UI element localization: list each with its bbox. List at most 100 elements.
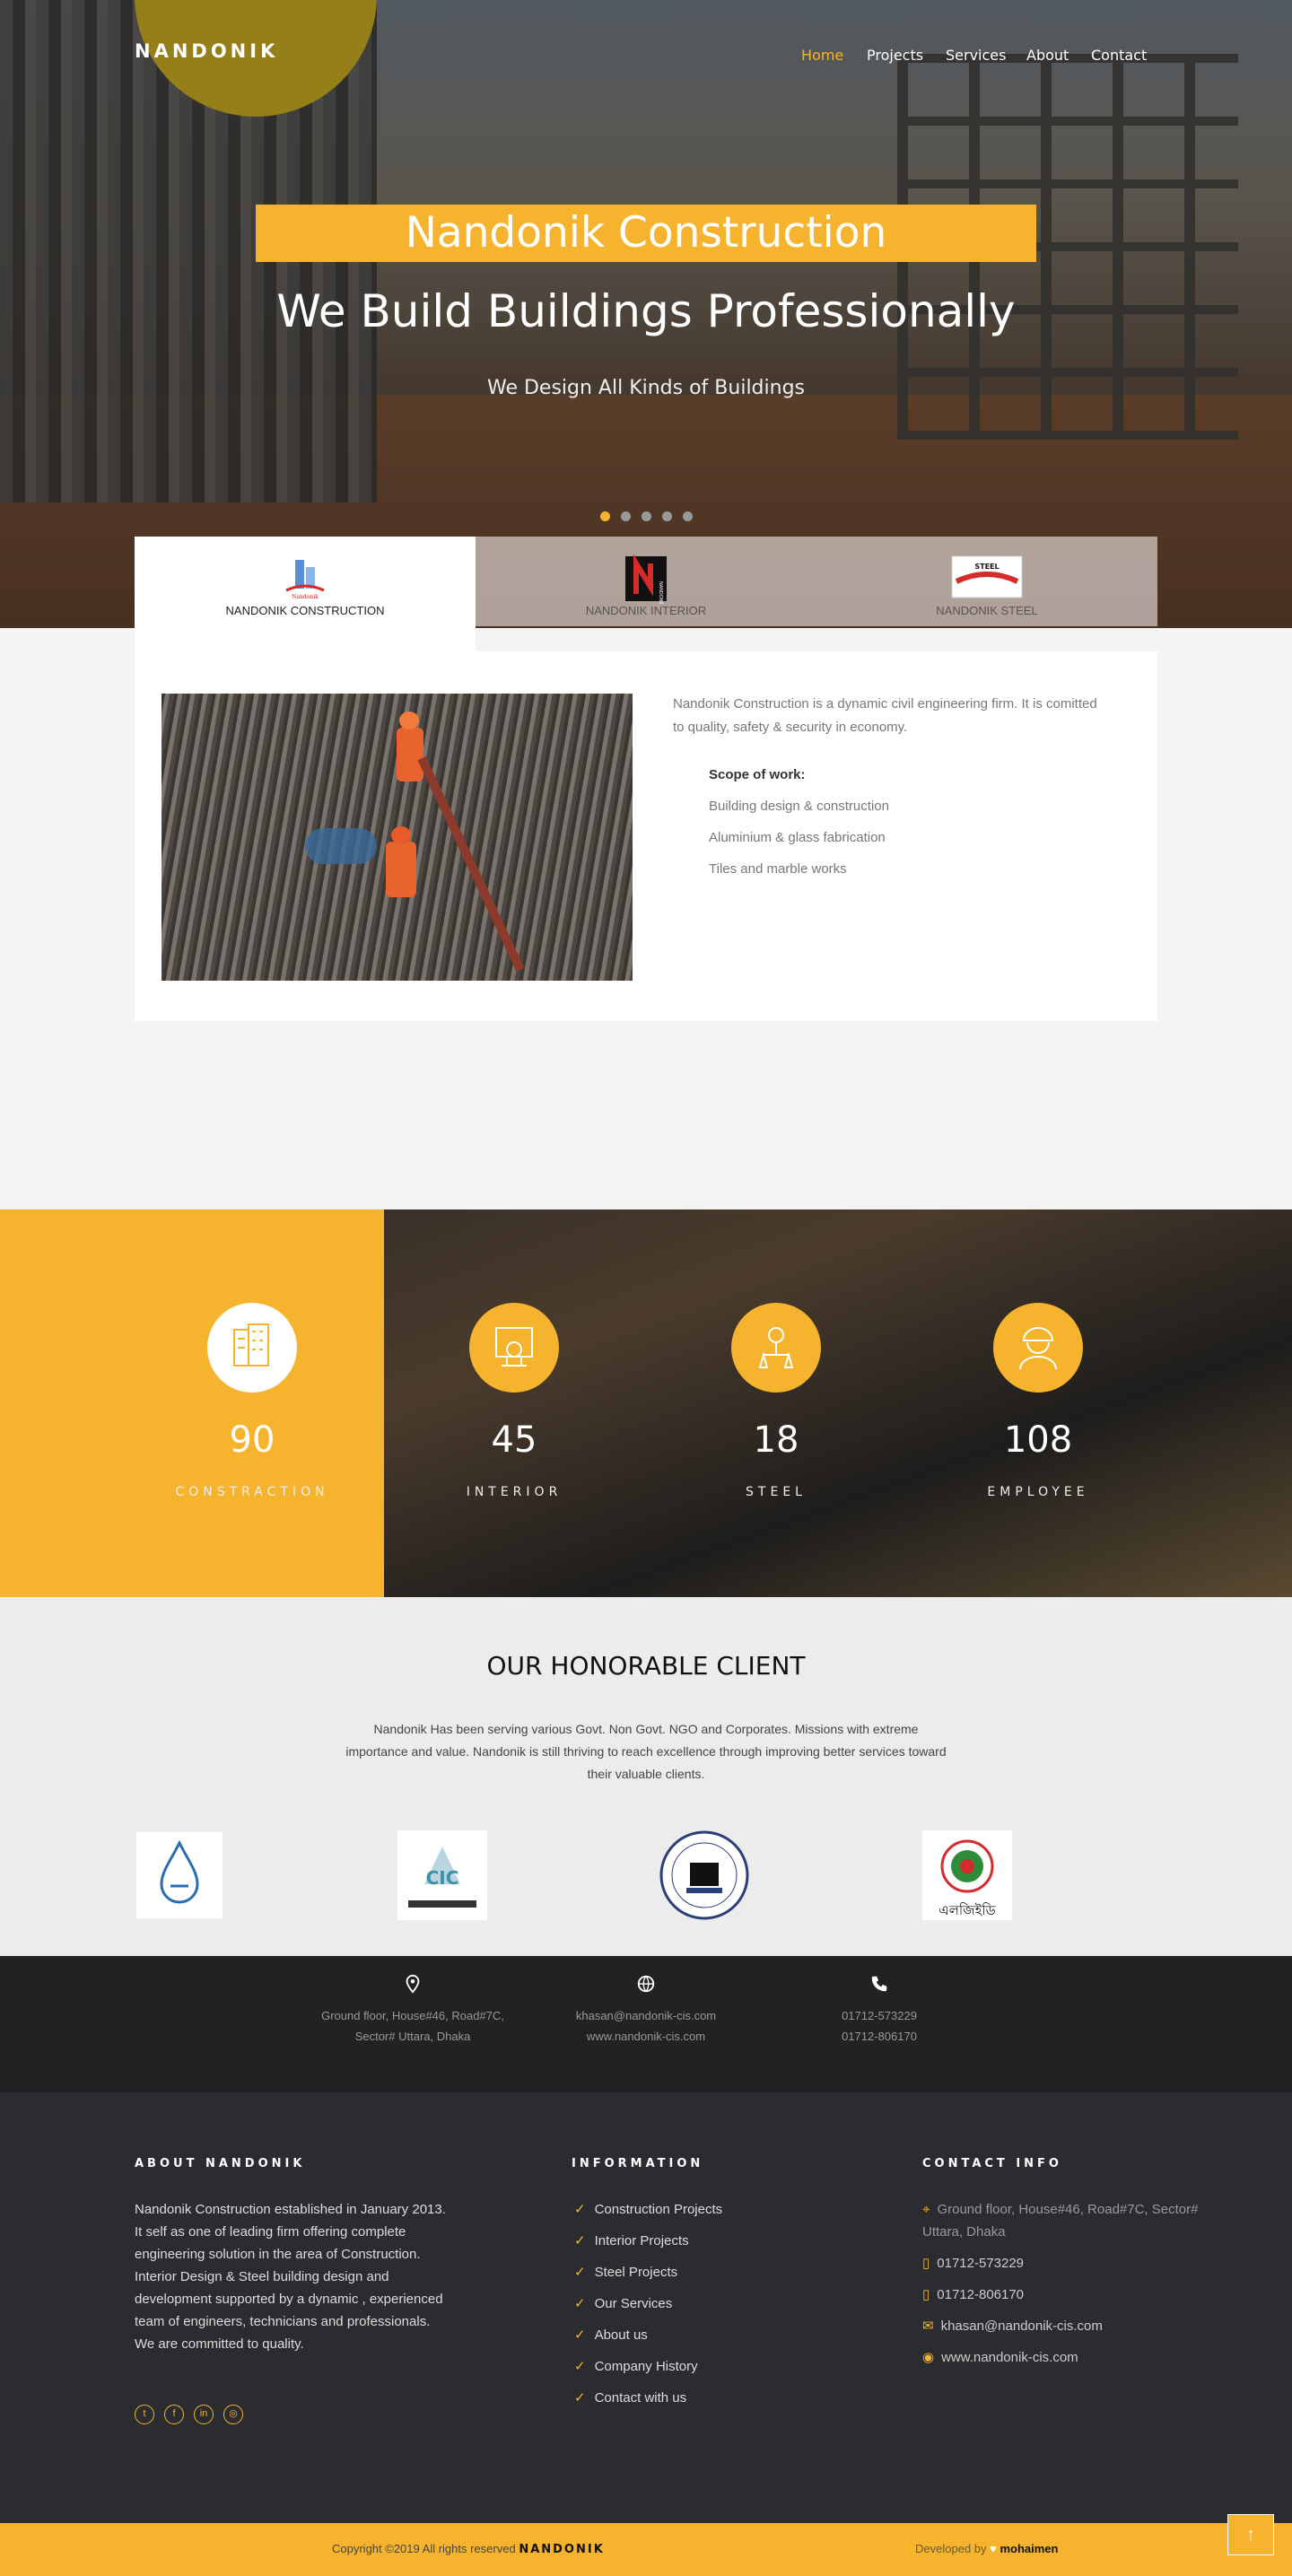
check-icon: ✓ xyxy=(574,2265,586,2280)
footer-info-heading: INFORMATION xyxy=(572,2157,704,2170)
nav-about[interactable]: About xyxy=(1026,47,1069,64)
globe-icon xyxy=(628,1974,664,1999)
footer-phone-text: 01712-573229 xyxy=(937,2256,1025,2271)
blue-cables xyxy=(305,828,377,864)
scope-heading: Scope of work: xyxy=(709,767,806,782)
scroll-top-button[interactable]: ↑ xyxy=(1227,2514,1274,2555)
hero-subtitle: We Design All Kinds of Buildings xyxy=(486,377,806,399)
footer-contact-phone2: ▯ 01712-806170 xyxy=(922,2283,1236,2306)
nav-services[interactable]: Services xyxy=(946,47,1006,64)
dribbble-icon[interactable]: ◎ xyxy=(223,2405,243,2424)
strip-phone-line: 01712-573229 xyxy=(842,2009,917,2022)
dev-prefix: Developed by xyxy=(915,2542,987,2555)
strip-website[interactable]: www.nandonik-cis.com xyxy=(529,2026,763,2047)
check-icon: ✓ xyxy=(574,2296,586,2311)
strip-address: Ground floor, House#46, Road#7C, Sector#… xyxy=(296,2005,529,2047)
scope-item: Aluminium & glass fabrication xyxy=(709,830,886,845)
slider-dot-4[interactable] xyxy=(662,511,672,521)
mobile-icon: ▯ xyxy=(922,2287,930,2302)
construction-logo-icon: Nandonik xyxy=(285,560,325,599)
scope-item: Building design & construction xyxy=(709,799,889,814)
nav-projects[interactable]: Projects xyxy=(867,47,923,64)
footer-link[interactable]: ✓ Company History xyxy=(574,2358,698,2374)
nav-contact[interactable]: Contact xyxy=(1091,47,1147,64)
worker-helmet xyxy=(399,712,419,729)
company-intro: Nandonik Construction is a dynamic civil… xyxy=(673,696,1097,735)
footer-link-label: Our Services xyxy=(594,2296,673,2311)
tab-interior[interactable]: NANDONIK NANDONIK INTERIOR xyxy=(476,537,816,626)
footer-web-text: www.nandonik-cis.com xyxy=(941,2350,1078,2365)
footer-contact-address: ⌖ Ground floor, House#46, Road#7C, Sector… xyxy=(922,2198,1236,2243)
client-logo-cic[interactable]: CIC xyxy=(397,1830,487,1920)
tab-construction-label: NANDONIK CONSTRUCTION xyxy=(225,604,385,617)
steel-icon xyxy=(731,1303,821,1393)
nav-home[interactable]: Home xyxy=(801,47,843,64)
strip-phone: 01712-573229 01712-806170 xyxy=(763,2005,996,2047)
footer-link[interactable]: ✓ Steel Projects xyxy=(574,2264,677,2280)
client-logo-water[interactable] xyxy=(135,1830,224,1920)
footer-phone-text: 01712-806170 xyxy=(937,2287,1025,2302)
client-logo-lged[interactable]: এলজিইডি xyxy=(922,1830,1012,1920)
footer-about-text: Nandonik Construction established in Jan… xyxy=(135,2202,446,2352)
location-icon: ⌖ xyxy=(922,2202,930,2217)
footer-link-label: Interior Projects xyxy=(594,2233,689,2249)
steel-beam xyxy=(417,756,525,972)
client-heading: OUR HONORABLE CLIENT xyxy=(486,1651,806,1681)
heart-icon: ♥ xyxy=(990,2542,997,2555)
steel-logo-icon: STEEL xyxy=(951,555,1023,598)
client-description: Nandonik Has been serving various Govt. … xyxy=(345,1722,947,1781)
footer-link[interactable]: ✓ Construction Projects xyxy=(574,2201,722,2217)
twitter-icon[interactable]: t xyxy=(135,2405,154,2424)
footer-contact-heading: CONTACT INFO xyxy=(922,2157,1062,2170)
phone-icon xyxy=(861,1974,897,1999)
slider-dot-2[interactable] xyxy=(621,511,631,521)
svg-text:Nandonik: Nandonik xyxy=(292,594,319,599)
strip-email[interactable]: khasan@nandonik-cis.com xyxy=(529,2005,763,2026)
client-logo-seal[interactable] xyxy=(659,1830,749,1920)
arrow-up-icon: ↑ xyxy=(1246,2525,1255,2545)
footer-link[interactable]: ✓ Our Services xyxy=(574,2295,672,2311)
strip-web: khasan@nandonik-cis.com www.nandonik-cis… xyxy=(529,2005,763,2047)
footer-link-label: About us xyxy=(594,2327,648,2343)
tab-interior-label: NANDONIK INTERIOR xyxy=(585,604,707,617)
slider-dot-5[interactable] xyxy=(683,511,693,521)
construction-site-photo xyxy=(162,694,633,981)
footer-contact-phone1: ▯ 01712-573229 xyxy=(922,2252,1236,2275)
footer-contact-email[interactable]: ✉ khasan@nandonik-cis.com xyxy=(922,2315,1236,2337)
interior-logo-icon: NANDONIK xyxy=(625,554,667,604)
worker-figure xyxy=(386,842,416,897)
strip-phone-line: 01712-806170 xyxy=(842,2030,917,2043)
check-icon: ✓ xyxy=(574,2233,586,2249)
footer-link-label: Contact with us xyxy=(594,2390,687,2406)
slider-dot-1[interactable] xyxy=(600,511,610,521)
footer-link[interactable]: ✓ About us xyxy=(574,2327,648,2343)
tab-construction[interactable]: Nandonik NANDONIK CONSTRUCTION xyxy=(135,537,476,651)
footer-link[interactable]: ✓ Contact with us xyxy=(574,2389,686,2406)
mail-icon: ✉ xyxy=(922,2318,934,2334)
globe-icon: ◉ xyxy=(922,2350,935,2365)
footer-link-label: Steel Projects xyxy=(594,2265,678,2280)
stat-label: EMPLOYEE xyxy=(987,1485,1089,1499)
site-logo[interactable]: NANDONIK xyxy=(135,40,278,62)
footer-link[interactable]: ✓ Interior Projects xyxy=(574,2232,689,2249)
linkedin-icon[interactable]: in xyxy=(194,2405,214,2424)
footer-contact-web[interactable]: ◉ www.nandonik-cis.com xyxy=(922,2346,1236,2369)
dev-name[interactable]: mohaimen xyxy=(1000,2542,1058,2555)
footer-link-label: Construction Projects xyxy=(594,2202,723,2217)
footer-address-text: Ground floor, House#46, Road#7C, Sector#… xyxy=(922,2202,1199,2240)
interior-icon xyxy=(469,1303,559,1393)
copyright-label: Copyright ©2019 All rights reserved xyxy=(332,2542,516,2555)
stat-value: 108 xyxy=(1003,1419,1073,1461)
check-icon: ✓ xyxy=(574,2202,586,2217)
slider-dot-3[interactable] xyxy=(642,511,651,521)
svg-text:NANDONIK: NANDONIK xyxy=(658,581,663,604)
stats-yellow-panel xyxy=(0,1209,384,1597)
facebook-icon[interactable]: f xyxy=(164,2405,184,2424)
building-icon xyxy=(207,1303,297,1393)
strip-address-line: Sector# Uttara, Dhaka xyxy=(354,2030,471,2043)
tab-steel[interactable]: STEEL NANDONIK STEEL xyxy=(816,537,1157,626)
copyright-text: Copyright ©2019 All rights reserved NAND… xyxy=(332,2542,605,2556)
check-icon: ✓ xyxy=(574,2390,586,2406)
worker-helmet xyxy=(391,826,411,844)
svg-text:CIC: CIC xyxy=(426,1867,459,1889)
